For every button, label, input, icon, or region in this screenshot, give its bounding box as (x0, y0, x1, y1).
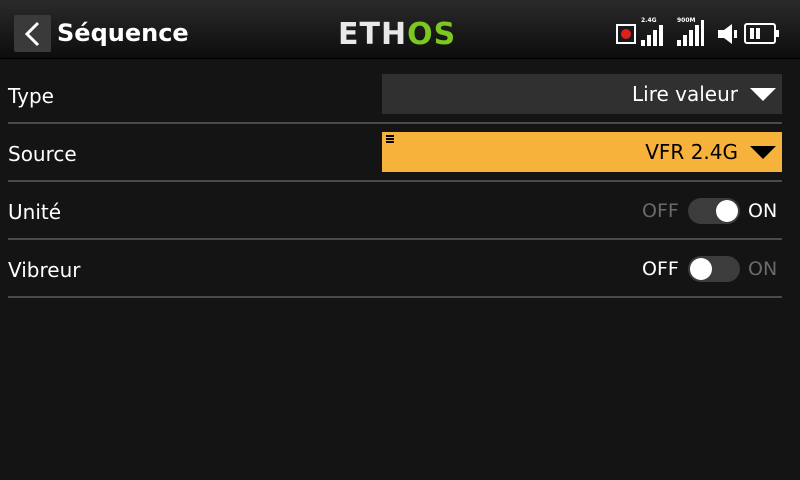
toggle-on-label: ON (748, 200, 778, 222)
back-button[interactable] (14, 15, 51, 52)
divider (8, 296, 782, 298)
signal-icon: 2.4G (641, 18, 667, 46)
ethos-logo: ETHOS (338, 17, 457, 52)
toggle-knob[interactable] (690, 258, 712, 280)
back-icon (24, 21, 39, 46)
toggle-track[interactable] (688, 256, 740, 282)
unite-toggle[interactable]: OFF ON (642, 196, 782, 226)
source-dropdown[interactable]: VFR 2.4G (382, 132, 782, 172)
unite-row: Unité OFF ON (8, 182, 782, 240)
toggle-on-label: ON (748, 258, 778, 280)
menu-icon (386, 135, 394, 144)
caret-down-icon (750, 146, 776, 159)
type-value: Lire valeur (632, 82, 738, 106)
type-dropdown[interactable]: Lire valeur (382, 74, 782, 114)
page-title: Séquence (57, 19, 189, 47)
source-value: VFR 2.4G (645, 140, 738, 164)
signal-icon: 900M (677, 18, 704, 46)
source-row: Source VFR 2.4G (8, 124, 782, 182)
battery-icon (744, 23, 779, 44)
record-icon (616, 24, 636, 44)
type-row: Type Lire valeur (8, 66, 782, 124)
toggle-off-label: OFF (642, 200, 679, 222)
toggle-off-label: OFF (642, 258, 679, 280)
toggle-knob[interactable] (716, 200, 738, 222)
top-bar: Séquence ETHOS 2.4G 900M (0, 0, 800, 59)
vibreur-toggle[interactable]: OFF ON (642, 254, 782, 284)
toggle-track[interactable] (688, 198, 740, 224)
vibreur-row: Vibreur OFF ON (8, 240, 782, 298)
caret-down-icon (750, 88, 776, 101)
speaker-icon (718, 24, 737, 44)
